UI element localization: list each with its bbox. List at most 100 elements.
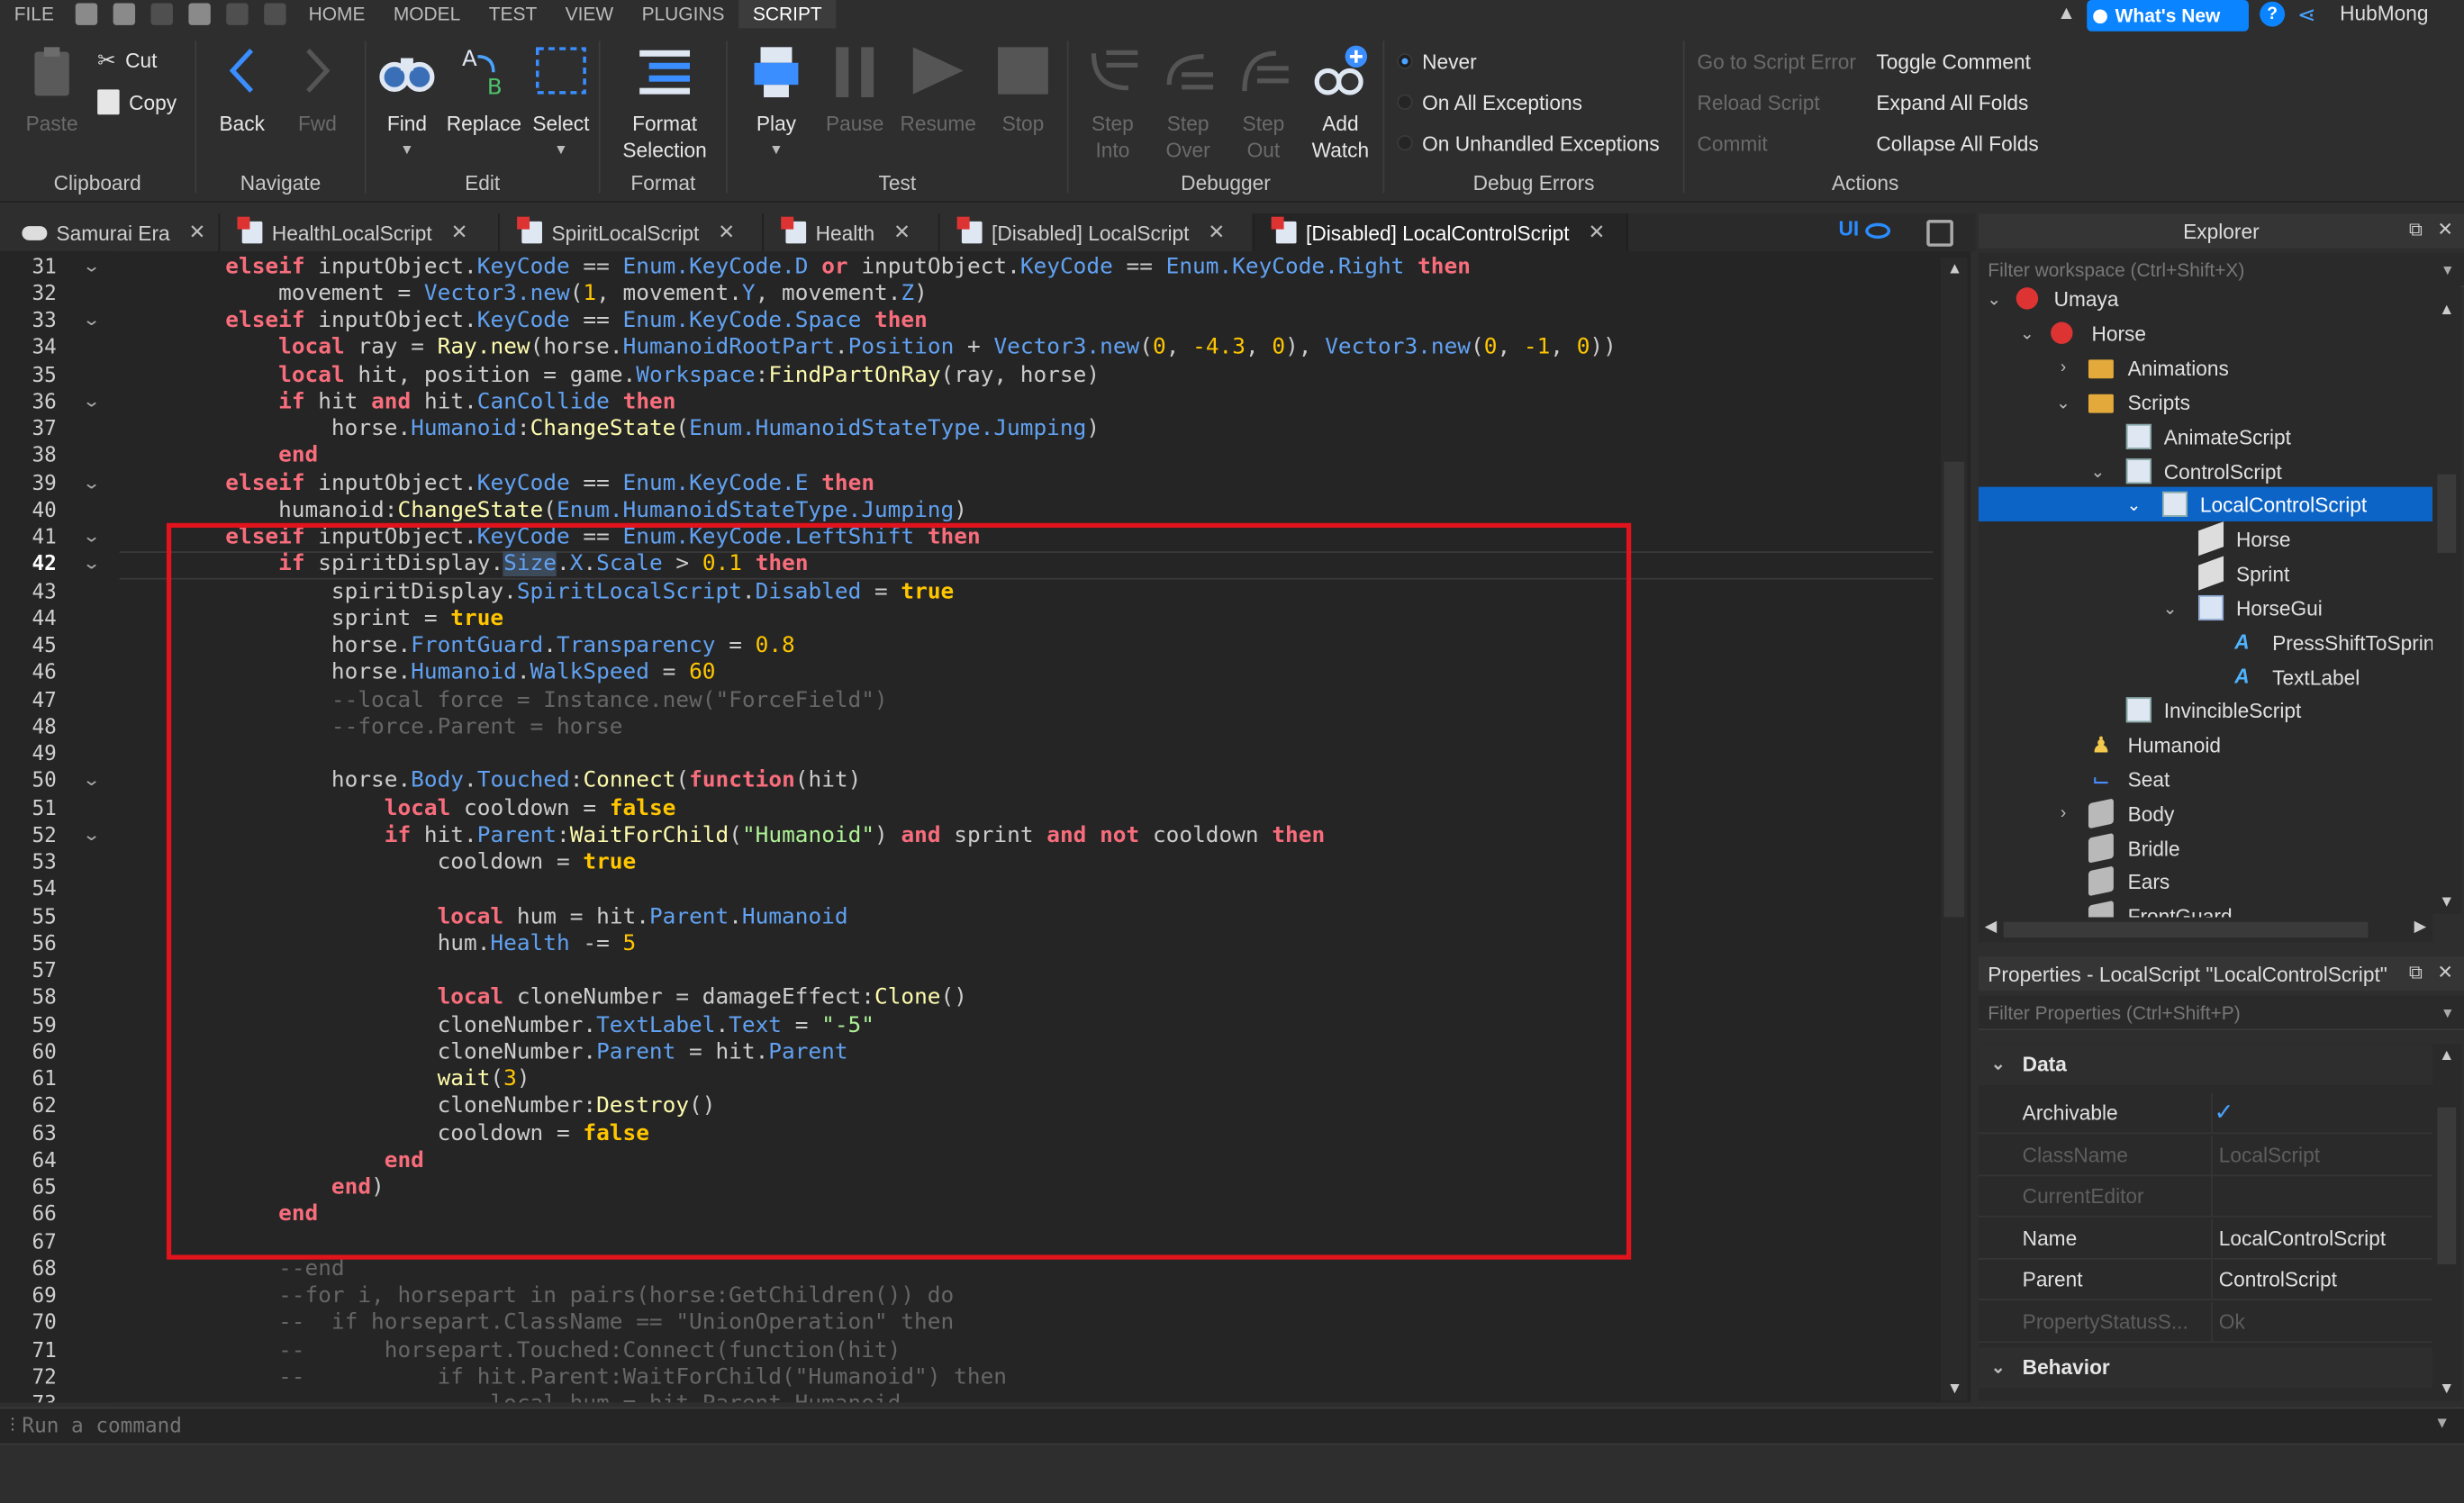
play-button[interactable]: Play ▼ xyxy=(740,44,812,164)
split-view-icon[interactable] xyxy=(1926,220,1953,247)
tree-item-body[interactable]: › Body xyxy=(1979,796,2432,830)
add-watch-button[interactable]: Add Watch xyxy=(1304,44,1376,164)
expand-chevron-icon[interactable]: ⌄ xyxy=(2161,598,2179,618)
tree-item-scripts[interactable]: ⌄ Scripts xyxy=(1979,385,2432,419)
find-dropdown-icon[interactable]: ▼ xyxy=(373,137,442,164)
editor-scrollbar[interactable]: ▲ ▼ xyxy=(1940,258,1968,1401)
new-file-icon[interactable] xyxy=(76,3,98,25)
explorer-scrollbar[interactable]: ▲ ▼ xyxy=(2432,285,2461,915)
close-tab-icon[interactable]: ✕ xyxy=(451,220,468,245)
collapse-chevron-icon[interactable]: › xyxy=(2054,358,2073,377)
tree-item-controlscript[interactable]: ⌄ ControlScript xyxy=(1979,454,2432,488)
fold-chevron-icon[interactable]: ⌄ xyxy=(82,526,106,547)
collapse-all-folds-button[interactable]: Collapse All Folds xyxy=(1876,127,2038,158)
share-icon[interactable]: ⋖ xyxy=(2297,2,2325,27)
resume-button[interactable]: Resume xyxy=(894,44,983,137)
unhandled-exceptions-radio[interactable]: On Unhandled Exceptions xyxy=(1397,127,1660,158)
undock-icon[interactable]: ⧉ xyxy=(2409,218,2423,241)
fold-chevron-icon[interactable]: ⌄ xyxy=(82,553,106,574)
tree-item-textlabel[interactable]: A TextLabel xyxy=(1979,659,2432,693)
commit-button[interactable]: Commit xyxy=(1697,127,1767,158)
undock-icon[interactable]: ⧉ xyxy=(2409,961,2423,984)
tree-item-animations[interactable]: › Animations xyxy=(1979,350,2432,385)
menu-model[interactable]: MODEL xyxy=(379,0,475,28)
tree-item-humanoid[interactable]: ♟ Humanoid xyxy=(1979,727,2432,761)
scrollbar-thumb[interactable] xyxy=(2003,921,2369,938)
scroll-up-icon[interactable]: ▲ xyxy=(1947,261,1962,278)
tree-item-seat[interactable]: ⌙ Seat xyxy=(1979,762,2432,796)
back-button[interactable]: Back xyxy=(215,44,268,137)
explorer-horizontal-scrollbar[interactable]: ◀ ▶ xyxy=(1978,917,2433,943)
find-button[interactable]: Find ▼ xyxy=(373,44,442,164)
menu-home[interactable]: HOME xyxy=(294,0,379,28)
step-into-button[interactable]: Step Into xyxy=(1078,44,1147,164)
help-icon[interactable]: ? xyxy=(2260,1,2286,27)
fold-chevron-icon[interactable]: ⌄ xyxy=(82,825,106,846)
redo-icon[interactable] xyxy=(151,3,174,25)
username[interactable]: HubMong xyxy=(2340,0,2428,28)
whats-new-button[interactable]: What's New xyxy=(2087,0,2249,32)
property-value[interactable]: LocalControlScript xyxy=(2211,1218,2386,1260)
close-panel-icon[interactable]: ✕ xyxy=(2437,218,2453,240)
filter-dropdown-icon[interactable]: ▼ xyxy=(2441,996,2455,1030)
property-name-row[interactable]: Name LocalControlScript xyxy=(1978,1218,2433,1260)
plugin-icon[interactable] xyxy=(188,3,212,25)
expand-chevron-icon[interactable]: ⌄ xyxy=(1991,1347,2006,1388)
tree-item-horsegui[interactable]: ⌄ HorseGui xyxy=(1979,591,2432,625)
expand-chevron-icon[interactable]: ⌄ xyxy=(2124,493,2143,514)
toggle-comment-button[interactable]: Toggle Comment xyxy=(1876,46,2030,77)
menu-test[interactable]: TEST xyxy=(475,0,551,28)
properties-filter-input[interactable]: Filter Properties (Ctrl+Shift+P) ▼ xyxy=(1978,995,2464,1031)
close-tab-icon[interactable]: ✕ xyxy=(718,220,735,245)
tree-item-frontguard[interactable]: FrontGuard xyxy=(1979,899,2432,918)
fold-chevron-icon[interactable]: ⌄ xyxy=(82,770,106,791)
section-data[interactable]: ⌄ Data xyxy=(1978,1044,2433,1086)
reload-script-button[interactable]: Reload Script xyxy=(1697,86,1819,118)
tree-item-horse-anim[interactable]: Horse xyxy=(1979,521,2432,557)
tab-disabled-localscript[interactable]: [Disabled] LocalScript ✕ xyxy=(939,213,1255,252)
paste-button[interactable]: Paste xyxy=(19,44,85,137)
tree-item-localcontrolscript[interactable]: ⌄ LocalControlScript xyxy=(1978,486,2433,522)
property-parent[interactable]: Parent ControlScript xyxy=(1978,1259,2433,1301)
tree-item-pressshifttosprint[interactable]: A PressShiftToSprin xyxy=(1979,625,2432,659)
fold-chevron-icon[interactable]: ⌄ xyxy=(82,310,106,330)
step-over-button[interactable]: Step Over xyxy=(1154,44,1223,164)
tree-item-bridle[interactable]: Bridle xyxy=(1979,831,2432,865)
pause-button[interactable]: Pause xyxy=(822,44,888,137)
eye-icon[interactable] xyxy=(1865,222,1891,240)
close-panel-icon[interactable]: ✕ xyxy=(2437,961,2453,982)
ui-visibility-toggle[interactable]: UI xyxy=(1839,217,1860,240)
copy-button[interactable]: Copy xyxy=(97,86,177,118)
tab-spiritlocalscript[interactable]: SpiritLocalScript ✕ xyxy=(499,213,765,252)
never-radio[interactable]: Never xyxy=(1397,46,1477,77)
tab-samurai-era[interactable]: Samurai Era ✕ xyxy=(0,213,221,252)
binoculars-icon[interactable] xyxy=(113,3,136,25)
menu-script[interactable]: SCRIPT xyxy=(738,0,837,29)
menu-view[interactable]: VIEW xyxy=(551,0,628,28)
scrollbar-thumb[interactable] xyxy=(2437,474,2457,553)
filter-dropdown-icon[interactable]: ▼ xyxy=(2441,253,2455,287)
close-tab-icon[interactable]: ✕ xyxy=(1588,220,1605,245)
scroll-right-icon[interactable]: ▶ xyxy=(2414,919,2426,936)
menu-plugins[interactable]: PLUGINS xyxy=(628,0,738,28)
expand-chevron-icon[interactable]: ⌄ xyxy=(1985,288,2004,309)
format-selection-button[interactable]: Format Selection xyxy=(607,44,723,164)
expand-chevron-icon[interactable]: ⌄ xyxy=(2054,392,2073,412)
tree-item-sprint[interactable]: Sprint xyxy=(1979,556,2432,591)
expand-all-folds-button[interactable]: Expand All Folds xyxy=(1876,86,2028,118)
select-dropdown-icon[interactable]: ▼ xyxy=(527,137,596,164)
all-exceptions-radio[interactable]: On All Exceptions xyxy=(1397,86,1582,118)
undo-icon[interactable] xyxy=(264,3,287,25)
fold-chevron-icon[interactable]: ⌄ xyxy=(82,256,106,276)
forward-button[interactable]: Fwd xyxy=(291,44,344,137)
scroll-down-icon[interactable]: ▼ xyxy=(1947,1381,1962,1398)
scrollbar-thumb[interactable] xyxy=(2437,1107,2457,1264)
select-button[interactable]: Select ▼ xyxy=(527,44,596,164)
goto-script-error-button[interactable]: Go to Script Error xyxy=(1697,46,1855,77)
close-tab-icon[interactable]: ✕ xyxy=(893,220,910,245)
explorer-filter-input[interactable]: Filter workspace (Ctrl+Shift+X) ▼ xyxy=(1978,252,2464,288)
collapse-ribbon-icon[interactable]: ▲ xyxy=(2057,2,2076,23)
menu-file[interactable]: FILE xyxy=(0,0,68,28)
tree-item-invinciblescript[interactable]: InvincibleScript xyxy=(1979,693,2432,727)
step-out-button[interactable]: Step Out xyxy=(1229,44,1299,164)
